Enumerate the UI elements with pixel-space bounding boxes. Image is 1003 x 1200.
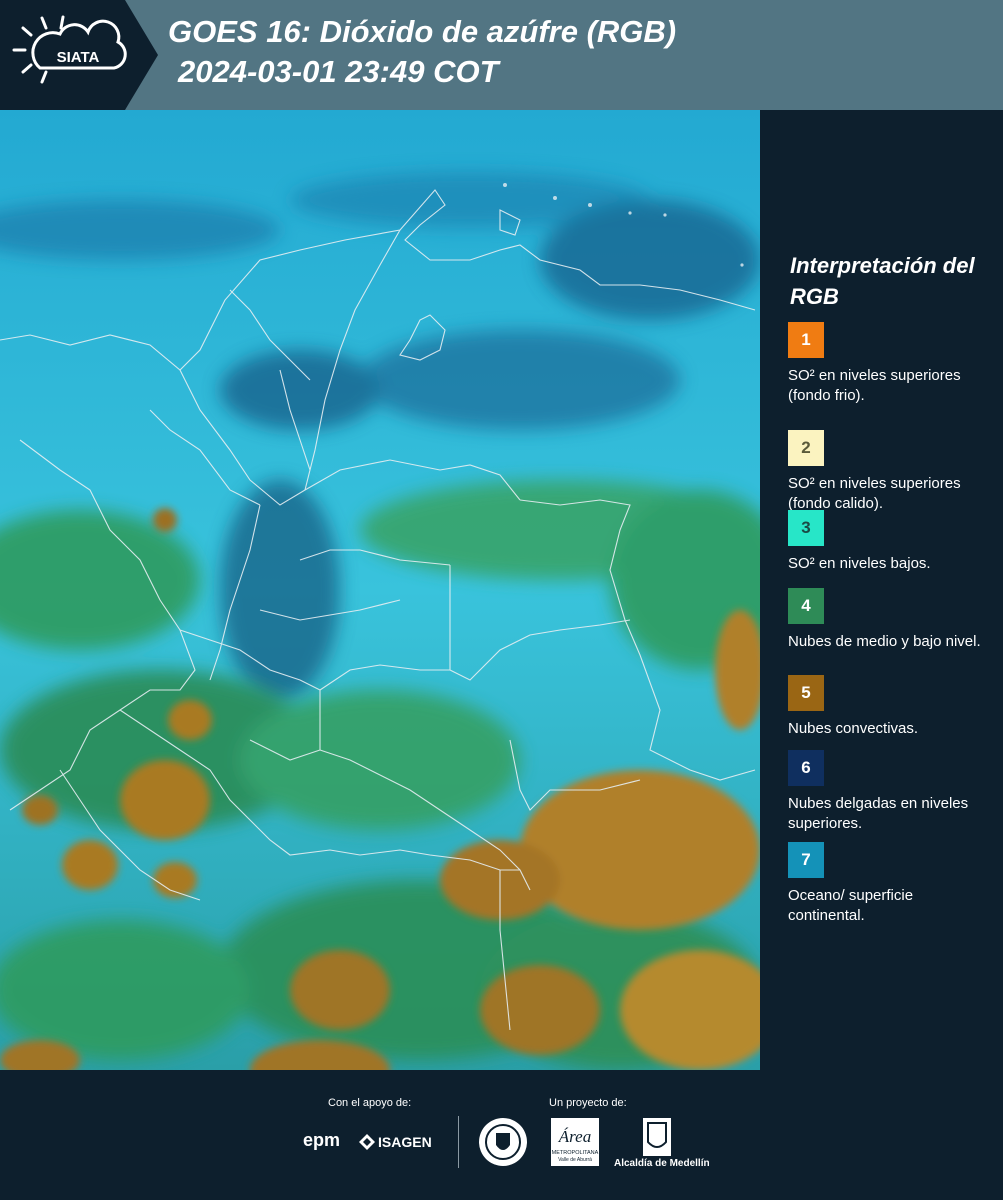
legend-item-3: 3 SO² en niveles bajos.: [788, 510, 988, 574]
isagen-logo: ISAGEN: [378, 1134, 432, 1150]
legend-text: SO² en niveles superiores (fondo calido)…: [788, 475, 961, 512]
legend-item-1: 1 SO² en niveles superiores (fondo frio).: [788, 322, 988, 406]
satellite-rgb-map: [0, 110, 760, 1070]
project-label: Un proyecto de:: [549, 1097, 627, 1109]
area-metropolitana-logo: Área METROPOLITANA Valle de Aburrá: [551, 1118, 599, 1166]
legend-text: Nubes de medio y bajo nivel.: [788, 633, 981, 650]
page-timestamp: 2024-03-01 23:49 COT: [178, 54, 499, 89]
isagen-logo-icon: [359, 1134, 375, 1150]
area-logo-name: Área: [558, 1127, 591, 1146]
legend-item-6: 6 Nubes delgadas en niveles superiores.: [788, 750, 988, 834]
footer-divider: [458, 1116, 459, 1168]
legend-text: SO² en niveles bajos.: [788, 555, 931, 572]
legend-text: Nubes delgadas en niveles superiores.: [788, 795, 969, 832]
legend-text: Oceano/ superficie continental.: [788, 887, 914, 924]
legend-swatch: 6: [788, 750, 824, 786]
epm-logo: epm: [303, 1130, 341, 1150]
support-label: Con el apoyo de:: [328, 1097, 412, 1109]
siata-logo-block: SIATA: [0, 0, 158, 110]
area-logo-sub2: Valle de Aburrá: [558, 1157, 592, 1163]
legend-title: Interpretación del RGB: [790, 253, 975, 309]
legend-item-7: 7 Oceano/ superficie continental.: [788, 842, 988, 926]
alcaldia-label: Alcaldía de Medellín: [614, 1158, 710, 1169]
page-title: GOES 16: Dióxido de azúfre (RGB): [168, 14, 677, 49]
legend-swatch: 4: [788, 588, 824, 624]
legend-item-4: 4 Nubes de medio y bajo nivel.: [788, 588, 988, 652]
medellin-seal-icon: [479, 1118, 527, 1166]
legend-text: Nubes convectivas.: [788, 720, 919, 737]
footer: Con el apoyo de: Un proyecto de: epm ISA…: [0, 1070, 1003, 1200]
legend-panel: Interpretación del RGB 1 SO² en niveles s…: [760, 110, 1003, 1070]
legend-swatch: 2: [788, 430, 824, 466]
header-bar: SIATA GOES 16: Dióxido de azúfre (RGB) 2…: [0, 0, 1003, 110]
legend-item-5: 5 Nubes convectivas.: [788, 675, 988, 739]
siata-logo-text: SIATA: [57, 49, 100, 66]
legend-swatch: 3: [788, 510, 824, 546]
legend-swatch: 5: [788, 675, 824, 711]
legend-swatch: 1: [788, 322, 824, 358]
legend-item-2: 2 SO² en niveles superiores (fondo calido…: [788, 430, 988, 514]
alcaldia-shield-icon: [643, 1118, 671, 1156]
legend-swatch: 7: [788, 842, 824, 878]
legend-text: SO² en niveles superiores (fondo frio).: [788, 367, 961, 404]
area-logo-sub1: METROPOLITANA: [552, 1150, 599, 1156]
